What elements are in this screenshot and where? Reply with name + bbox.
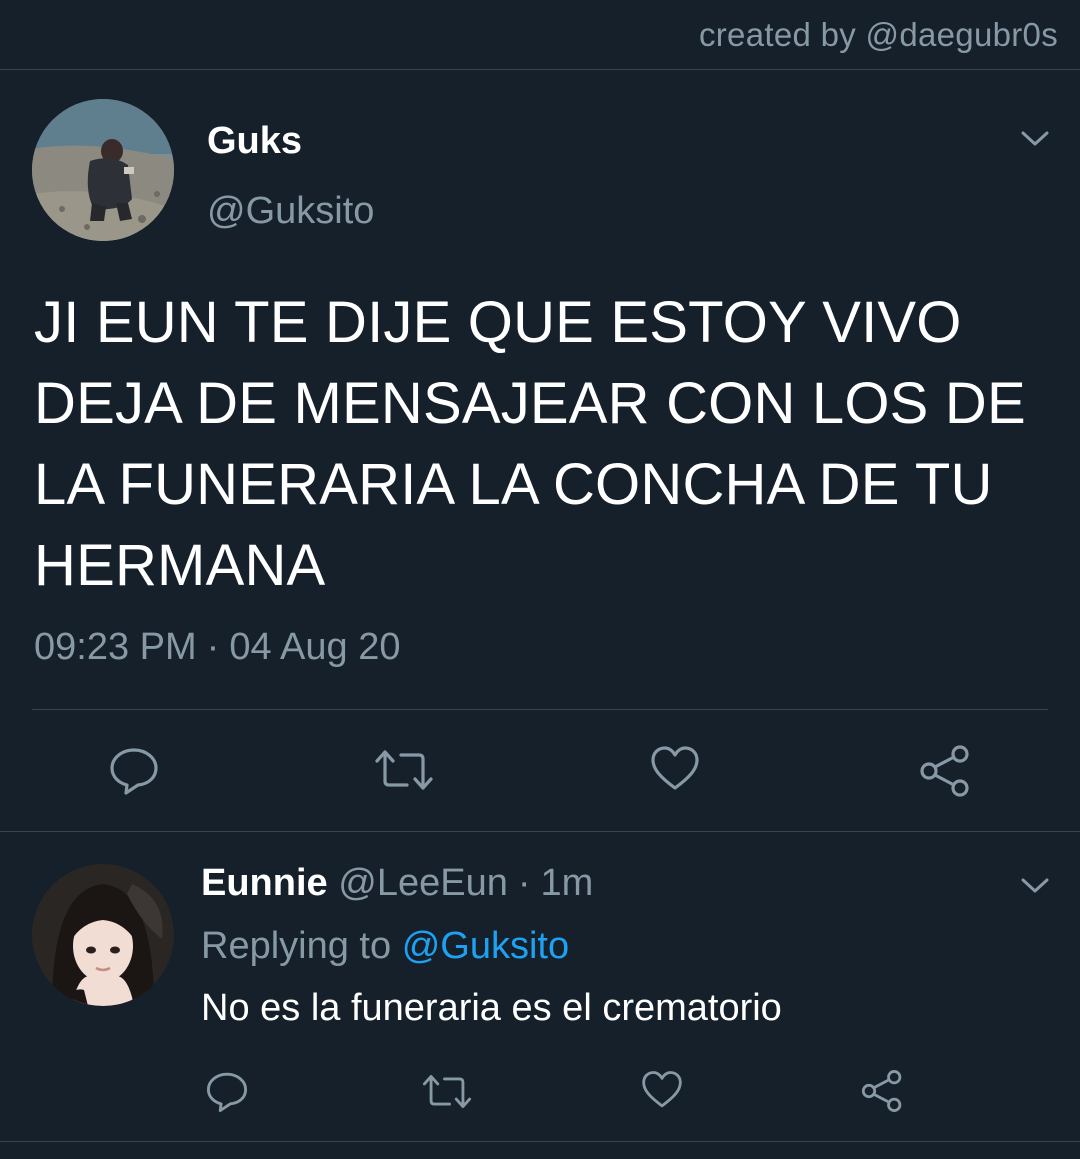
author-handle[interactable]: @Guksito — [207, 190, 374, 233]
reply-author-name[interactable]: Eunnie — [201, 862, 328, 904]
tweet-timestamp: 09:23 PM · 04 Aug 20 — [34, 626, 400, 669]
retweet-icon[interactable] — [373, 747, 435, 793]
tweet-time: 09:23 PM — [34, 626, 197, 668]
reply-text: No es la funeraria es el crematorio — [201, 987, 782, 1029]
tweet-date: 04 Aug 20 — [229, 626, 401, 668]
share-icon[interactable] — [860, 1068, 904, 1114]
replying-mention[interactable]: @Guksito — [402, 925, 569, 967]
author-avatar[interactable] — [32, 99, 174, 241]
reply-author-avatar[interactable] — [32, 864, 174, 1006]
reply-tweet: Eunnie @LeeEun · 1m Replying to @Guksito N… — [0, 832, 1080, 1142]
divider — [32, 709, 1048, 710]
like-icon[interactable] — [650, 745, 700, 793]
reply-icon[interactable] — [108, 745, 160, 797]
tweet-text: JI EUN TE DIJE QUE ESTOY VIVO DEJA DE ME… — [34, 290, 1026, 598]
chevron-down-icon[interactable] — [1020, 875, 1050, 897]
credit-text: created by @daegubr0s — [698, 16, 1058, 53]
chevron-down-icon[interactable] — [1020, 128, 1050, 150]
meta-separator: · — [206, 626, 220, 668]
replying-to: Replying to @Guksito — [201, 925, 569, 968]
author-name[interactable]: Guks — [207, 120, 302, 163]
reply-separator: · — [517, 862, 531, 904]
top-bar: created by @daegubr0s — [0, 0, 1080, 70]
retweet-icon[interactable] — [421, 1072, 473, 1111]
replying-label: Replying to — [201, 925, 392, 967]
share-icon[interactable] — [918, 743, 972, 799]
reply-age: 1m — [540, 862, 594, 904]
reply-author-handle[interactable]: @LeeEun — [338, 862, 508, 904]
reply-header: Eunnie @LeeEun · 1m — [201, 862, 593, 905]
main-tweet: Guks @Guksito JI EUN TE DIJE QUE ESTOY V… — [0, 70, 1080, 832]
like-icon[interactable] — [641, 1070, 683, 1110]
reply-icon[interactable] — [205, 1070, 249, 1114]
